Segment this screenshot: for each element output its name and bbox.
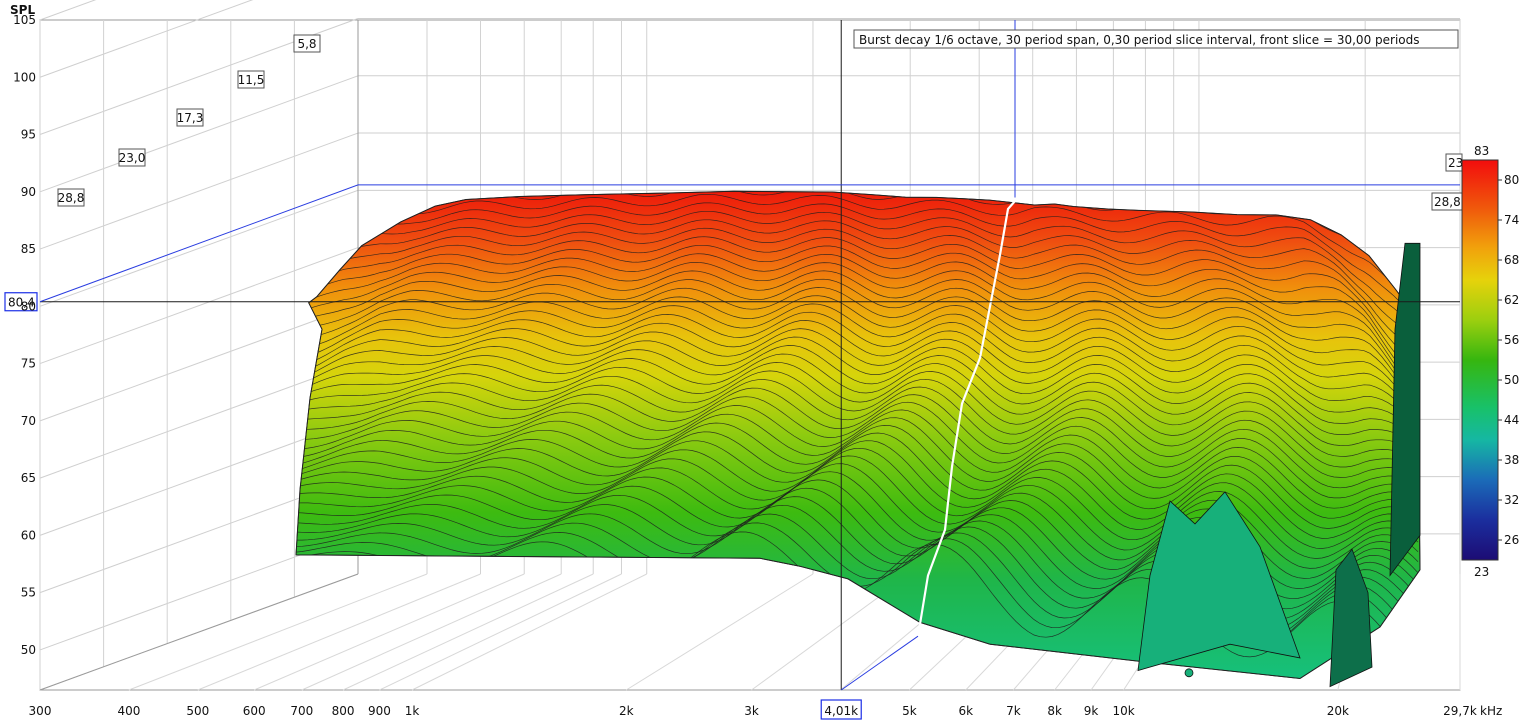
x-tick-label: 400: [117, 704, 140, 718]
x-tick-label: 3k: [744, 704, 759, 718]
y-tick-label: 105: [13, 13, 36, 27]
x-tick-label: 8k: [1047, 704, 1062, 718]
scale-max-label: 83: [1474, 144, 1489, 158]
z-grid-line: [39, 132, 359, 250]
x-tick-label: 9k: [1084, 704, 1099, 718]
y-tick-label: 70: [21, 414, 36, 428]
z-grid-line: [39, 0, 97, 21]
x-tick-label: 300: [29, 704, 52, 718]
waterfall-chart[interactable]: 80,44,01k SPL 50556065707580859095100105…: [0, 0, 1522, 728]
x-tick-label: 500: [186, 704, 209, 718]
y-tick-label: 95: [21, 128, 36, 142]
floor-grid-line: [625, 573, 814, 691]
x-tick-label: 7k: [1006, 704, 1021, 718]
x-tick-label: 1k: [405, 704, 420, 718]
scale-tick-label: 38: [1504, 453, 1519, 467]
x-tick-label: 900: [368, 704, 391, 718]
scale-tick-label: 68: [1504, 253, 1519, 267]
z-right-label: 23: [1448, 156, 1463, 170]
z-right-label: 28,8: [1434, 195, 1461, 209]
z-tick-label: 17,3: [177, 111, 204, 125]
floor-grid-line: [128, 573, 428, 691]
scale-tick-label: 26: [1504, 533, 1519, 547]
scale-tick-label: 62: [1504, 293, 1519, 307]
chart-title: Burst decay 1/6 octave, 30 period span, …: [859, 33, 1420, 47]
color-scale-bar: [1461, 159, 1499, 561]
chart-title-box: Burst decay 1/6 octave, 30 period span, …: [853, 29, 1459, 49]
x-axis-label: kHz: [1480, 704, 1502, 718]
y-tick-label: 65: [21, 471, 36, 485]
x-tick-label: 5k: [902, 704, 917, 718]
y-tick-label: 60: [21, 528, 36, 542]
cursor-freq: 4,01k: [824, 704, 858, 718]
x-tick-label: 2k: [619, 704, 634, 718]
scale-tick-label: 80: [1504, 173, 1519, 187]
z-axis: 5,8 11,5 17,3 23,0 28,8 23 28,8: [57, 34, 1463, 211]
y-tick-label: 80: [21, 299, 36, 313]
z-tick-label: 23,0: [119, 151, 146, 165]
hf-blob: [1184, 668, 1194, 678]
y-tick-label: 85: [21, 242, 36, 256]
z-tick-label: 5,8: [297, 37, 316, 51]
x-tick-label: 10k: [1112, 704, 1134, 718]
y-tick-label: 50: [21, 643, 36, 657]
scale-tick-label: 56: [1504, 333, 1519, 347]
scale-tick-label: 44: [1504, 413, 1519, 427]
z-tick-label: 11,5: [238, 73, 265, 87]
x-tick-label: 800: [332, 704, 355, 718]
x-tick-label: 29,7k: [1443, 704, 1477, 718]
floor-grid-line: [197, 573, 481, 691]
x-tick-label: 20k: [1327, 704, 1349, 718]
color-scale: 83 23 80 74 68 62 56 50 44 38 32 26: [1461, 144, 1519, 579]
y-tick-label: 75: [21, 357, 36, 371]
floor-grid-line: [342, 573, 594, 691]
z-tick-label: 28,8: [58, 191, 85, 205]
y-axis: SPL 50556065707580859095100105: [10, 3, 36, 657]
scale-tick-label: 74: [1504, 213, 1519, 227]
z-grid-line: [39, 75, 359, 193]
floor-grid-line: [379, 573, 622, 691]
y-tick-label: 100: [13, 70, 36, 84]
scale-tick-label: 50: [1504, 373, 1519, 387]
scale-min-label: 23: [1474, 565, 1489, 579]
scale-tick-label: 32: [1504, 493, 1519, 507]
z-grid-line: [39, 189, 359, 307]
y-tick-label: 90: [21, 185, 36, 199]
x-tick-label: 6k: [958, 704, 973, 718]
floor-grid-line: [301, 573, 562, 691]
y-tick-label: 55: [21, 586, 36, 600]
x-tick-label: 700: [290, 704, 313, 718]
floor-grid-line: [411, 573, 647, 691]
x-axis: 300 400 500 600 700 800 900 1k 2k 3k 5k 6k 7k 8k 9k 10k…: [29, 704, 1503, 718]
x-tick-label: 600: [243, 704, 266, 718]
